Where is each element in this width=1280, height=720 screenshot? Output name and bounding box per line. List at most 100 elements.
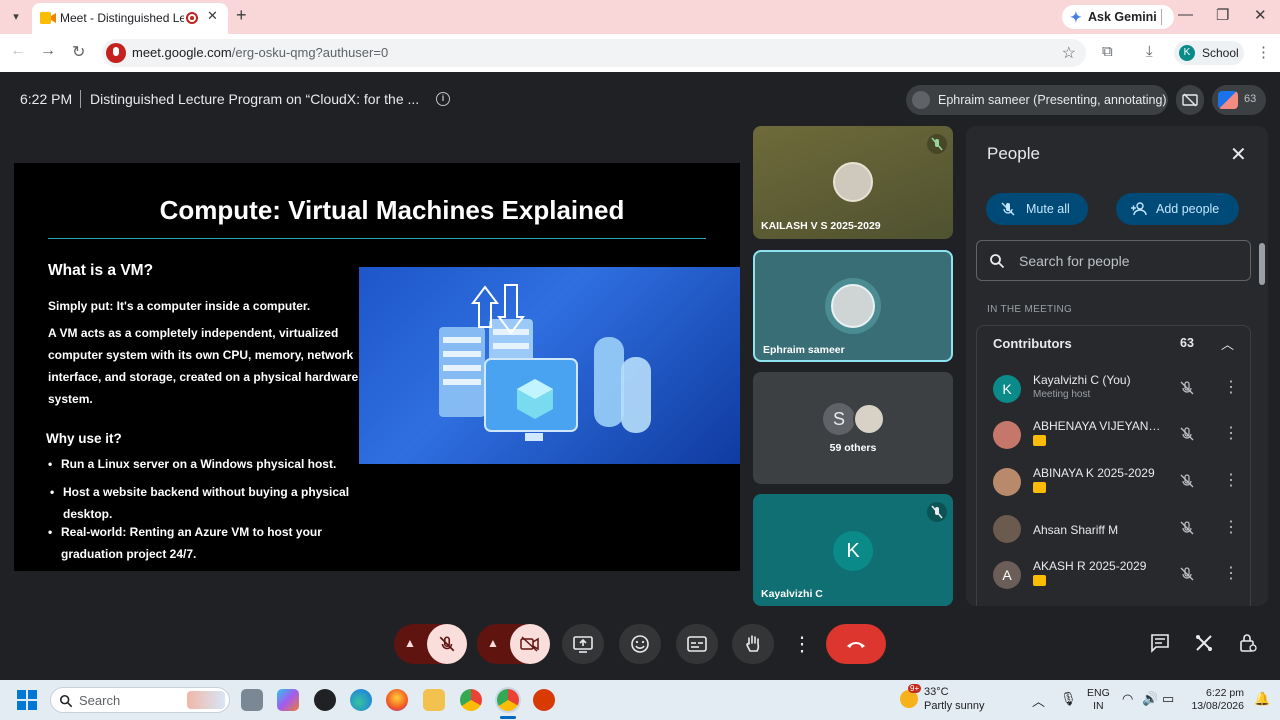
mic-off-icon[interactable] — [1179, 520, 1195, 536]
panel-scrollbar[interactable] — [1259, 243, 1265, 285]
input-language[interactable]: ENG IN — [1087, 687, 1110, 713]
mic-off-icon[interactable] — [1179, 426, 1195, 442]
slide-vm-illustration — [359, 267, 740, 464]
participants-avatars-icon — [1218, 91, 1238, 109]
participants-button[interactable]: 63 — [1212, 85, 1266, 115]
add-people-button[interactable]: Add people — [1116, 193, 1239, 225]
address-bar[interactable]: meet.google.com/erg-osku-qmg?authuser=0 … — [102, 39, 1086, 67]
video-tile-ephraim[interactable]: Ephraim sameer — [753, 250, 953, 362]
minimize-icon[interactable]: — — [1178, 6, 1193, 23]
more-options-icon[interactable]: ⋮ — [1223, 377, 1239, 397]
people-search-input[interactable]: Search for people — [976, 240, 1251, 281]
ask-gemini-button[interactable]: ✦ Ask Gemini — [1062, 5, 1174, 29]
camera-toggle-button[interactable] — [510, 624, 550, 664]
more-options-icon[interactable]: ⋮ — [1223, 563, 1239, 583]
restore-icon[interactable]: ❐ — [1216, 6, 1229, 24]
firefox-icon[interactable] — [386, 689, 408, 711]
edge-icon[interactable] — [350, 689, 372, 711]
tray-chevron-icon[interactable]: ︿ — [1032, 691, 1045, 710]
mic-in-use-icon[interactable] — [106, 43, 126, 63]
close-panel-icon[interactable]: ✕ — [1230, 142, 1247, 167]
others-avatar-photo — [853, 403, 885, 435]
windows-start-icon[interactable] — [17, 690, 37, 710]
reload-icon[interactable]: ↻ — [72, 42, 85, 62]
more-options-icon[interactable]: ⋮ — [1223, 517, 1239, 537]
host-controls-icon[interactable] — [1238, 633, 1258, 653]
back-arrow-icon[interactable]: ← — [10, 42, 26, 60]
mic-off-icon[interactable] — [1179, 380, 1195, 396]
slide-bullet: Real-world: Renting an Azure VM to host … — [48, 521, 322, 543]
stop-presenting-button[interactable] — [1176, 85, 1204, 115]
raise-hand-button[interactable] — [732, 624, 774, 664]
battery-icon[interactable]: ▭ — [1162, 691, 1174, 707]
emoji-icon — [631, 635, 649, 653]
mic-control-group: ▲ — [394, 624, 467, 664]
leave-call-button[interactable] — [826, 624, 886, 664]
task-view-icon[interactable] — [241, 689, 263, 711]
file-explorer-icon[interactable] — [423, 689, 445, 711]
profile-avatar: K — [1179, 45, 1195, 61]
copilot-icon[interactable] — [277, 689, 299, 711]
new-tab-button[interactable]: + — [236, 5, 247, 26]
weather-condition: Partly sunny — [924, 700, 985, 712]
powerpoint-icon[interactable] — [533, 689, 555, 711]
contributors-count: 63 — [1180, 336, 1194, 350]
more-options-button[interactable]: ⋮ — [789, 624, 815, 664]
bookmark-star-icon[interactable]: ☆ — [1062, 43, 1076, 63]
mute-all-button[interactable]: Mute all — [986, 193, 1088, 225]
reactions-button[interactable] — [619, 624, 661, 664]
chrome-icon[interactable] — [460, 689, 482, 711]
extensions-puzzle-icon[interactable]: ⧉ — [1102, 43, 1113, 60]
participant-name: ABINAYA K 2025-2029 — [1033, 466, 1155, 480]
system-clock[interactable]: 6:22 pm 13/08/2026 — [1188, 687, 1244, 713]
video-settings-chevron-icon[interactable]: ▲ — [487, 636, 499, 650]
slide-heading-why: Why use it? — [46, 431, 122, 446]
participant-avatar — [993, 468, 1021, 496]
meeting-title: Distinguished Lecture Program on “CloudX… — [90, 91, 420, 107]
downloads-icon[interactable]: ⤓ — [1146, 43, 1153, 60]
tab-close-icon[interactable]: ✕ — [207, 8, 218, 24]
mic-toggle-button[interactable] — [427, 624, 467, 664]
participant-row[interactable]: ABINAYA K 2025-2029 ⋮ — [977, 461, 1250, 507]
slide-desc-line: system. — [48, 392, 93, 406]
more-options-icon[interactable]: ⋮ — [1223, 470, 1239, 490]
browser-tab-meet[interactable]: Meet - Distinguished Lectu ✕ — [32, 3, 228, 34]
mic-off-icon[interactable] — [1179, 566, 1195, 582]
video-tile-kailash[interactable]: KAILASH V S 2025-2029 — [753, 126, 953, 239]
chrome-menu-icon[interactable]: ⋮ — [1256, 43, 1271, 61]
microphone-tray-icon[interactable]: 🎙 — [1060, 691, 1077, 707]
participant-row[interactable]: A AKASH R 2025-2029 ⋮ — [977, 554, 1250, 600]
language-code: ENG — [1087, 687, 1110, 699]
meeting-info-icon[interactable]: i — [436, 92, 450, 106]
video-tile-kayalvizhi[interactable]: K Kayalvizhi C — [753, 494, 953, 606]
more-options-icon[interactable]: ⋮ — [1223, 423, 1239, 443]
present-screen-button[interactable] — [562, 624, 604, 664]
chrome-active-icon[interactable] — [497, 689, 519, 711]
activities-icon[interactable] — [1194, 633, 1214, 653]
video-tile-others[interactable]: S 59 others — [753, 372, 953, 484]
notifications-bell-icon[interactable]: 🔔 — [1254, 691, 1270, 707]
volume-icon[interactable]: 🔊 — [1142, 691, 1158, 707]
audio-settings-chevron-icon[interactable]: ▲ — [404, 636, 416, 650]
participant-row[interactable]: K Kayalvizhi C (You) Meeting host ⋮ — [977, 368, 1250, 414]
mic-off-icon — [1001, 202, 1015, 216]
chat-icon[interactable] — [1150, 633, 1170, 653]
taskbar-search-box[interactable]: Search — [50, 687, 230, 713]
discord-like-app-icon[interactable] — [314, 689, 336, 711]
profile-chip[interactable]: K School — [1174, 41, 1244, 65]
window-close-icon[interactable]: ✕ — [1254, 6, 1267, 24]
presenter-badge-icon — [1033, 575, 1046, 586]
muted-mic-icon — [927, 502, 947, 522]
others-avatar-s: S — [823, 403, 855, 435]
captions-button[interactable] — [676, 624, 718, 664]
participant-row[interactable]: ABHENAYA VIJEYANAN... ⋮ — [977, 414, 1250, 460]
in-meeting-section-label: IN THE MEETING — [987, 304, 1073, 315]
forward-arrow-icon[interactable]: → — [40, 42, 56, 60]
mic-off-icon[interactable] — [1179, 473, 1195, 489]
browser-toolbar: ← → ↻ meet.google.com/erg-osku-qmg?authu… — [0, 34, 1280, 72]
tab-search-chevron-icon[interactable]: ▾ — [6, 7, 26, 27]
participant-row[interactable]: Ahsan Shariff M ⋮ — [977, 508, 1250, 554]
presenter-chip[interactable]: Ephraim sameer (Presenting, annotating) — [906, 85, 1168, 115]
wifi-icon[interactable]: ◠ — [1122, 691, 1133, 707]
collapse-chevron-icon[interactable]: ︿ — [1221, 334, 1234, 353]
